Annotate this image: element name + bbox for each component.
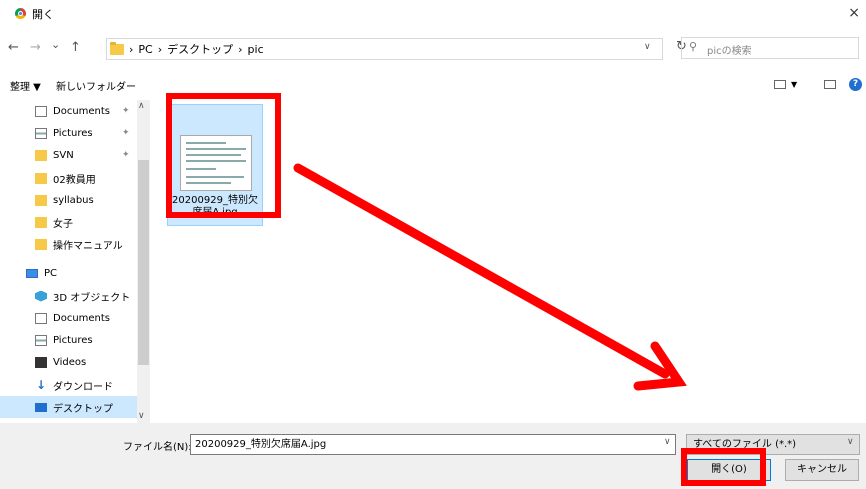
annotation-arrow xyxy=(293,163,687,391)
